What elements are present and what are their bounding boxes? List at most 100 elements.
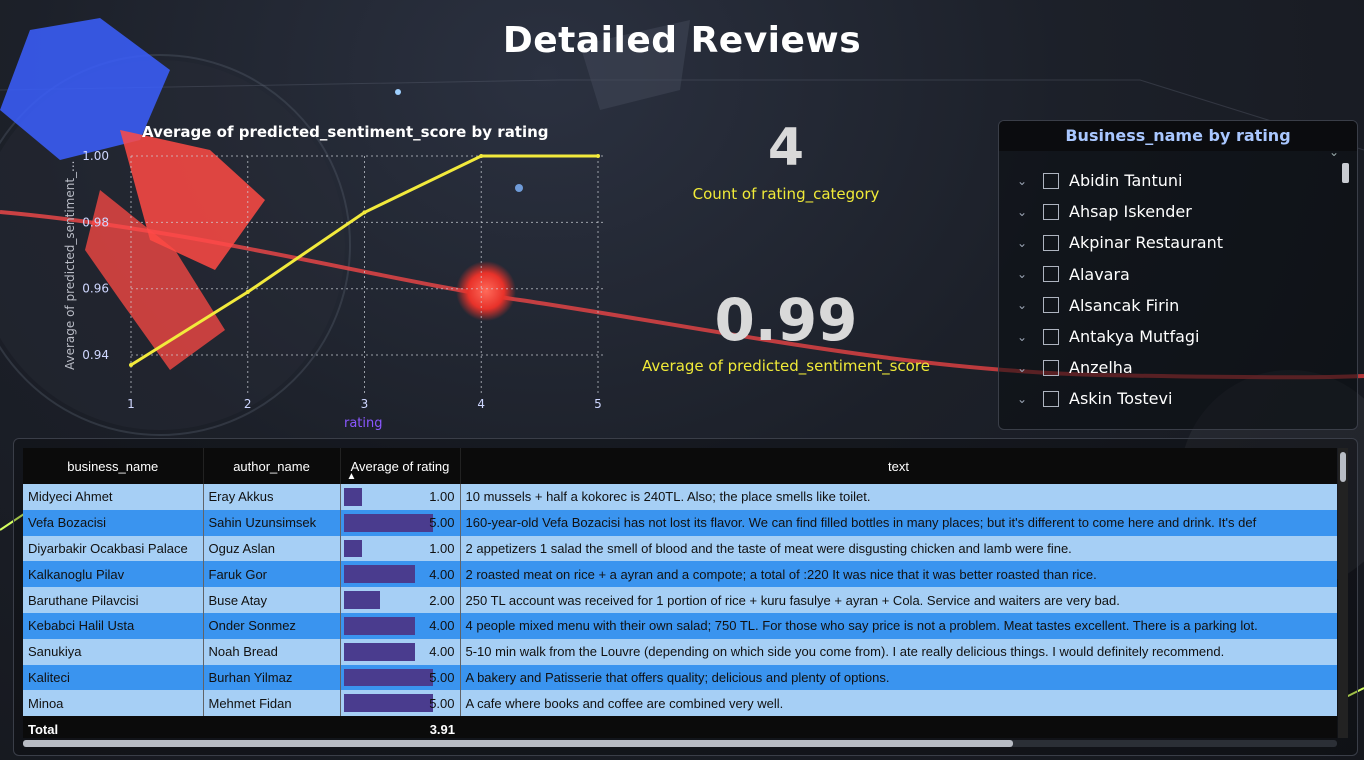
slicer-item[interactable]: ⌄ Antakya Mutfagi: [999, 321, 1339, 352]
rating-cell: 5.00: [340, 664, 461, 691]
business-slicer[interactable]: Business_name by rating ⌄ ⌄ Abidin Tantun…: [998, 120, 1358, 430]
rating-value: 4.00: [429, 566, 455, 582]
chevron-down-icon[interactable]: ⌄: [1329, 145, 1339, 159]
author-name-cell: Eray Akkus: [203, 484, 341, 510]
x-tick-label: 2: [244, 397, 252, 411]
checkbox[interactable]: [1043, 234, 1059, 251]
business-name-cell: Kebabci Halil Usta: [23, 612, 204, 639]
business-name-cell: Vefa Bozacisi: [23, 509, 204, 536]
slicer-item-label: Antakya Mutfagi: [1069, 327, 1200, 347]
business-name-cell: Midyeci Ahmet: [23, 484, 204, 510]
business-name-cell: Diyarbakir Ocakbasi Palace: [23, 535, 204, 562]
rating-cell: 5.00: [340, 509, 461, 536]
data-point: [245, 290, 250, 295]
reviews-table: business_name author_name Average of rat…: [13, 438, 1358, 756]
table-body: Midyeci Ahmet Eray Akkus 1.00 10 mussels + …: [23, 484, 1337, 717]
data-point: [129, 363, 133, 367]
slicer-item-label: Askin Tostevi: [1069, 389, 1173, 409]
business-name-cell: Kalkanoglu Pilav: [23, 561, 204, 588]
rating-cell: 2.00: [340, 587, 461, 613]
author-name-cell: Buse Atay: [203, 587, 341, 613]
expand-chevron-icon[interactable]: ⌄: [1017, 330, 1033, 344]
checkbox[interactable]: [1043, 297, 1059, 314]
slicer-item[interactable]: ⌄ Akpinar Restaurant: [999, 227, 1339, 258]
review-text-cell: 2 appetizers 1 salad the smell of blood …: [460, 535, 1337, 562]
expand-chevron-icon[interactable]: ⌄: [1017, 361, 1033, 375]
table-row[interactable]: Sanukiya Noah Bread 4.00 5-10 min walk from…: [23, 638, 1337, 665]
checkbox[interactable]: [1043, 359, 1059, 376]
table-row[interactable]: Kaliteci Burhan Yilmaz 5.00 A bakery and Pa…: [23, 664, 1337, 691]
table-horizontal-scroll-thumb[interactable]: [23, 740, 1013, 747]
table-row[interactable]: Baruthane Pilavcisi Buse Atay 2.00 250 TL a…: [23, 587, 1337, 613]
slicer-item[interactable]: ⌄ Askin Tostevi: [999, 383, 1339, 414]
slicer-item-label: Ahsap Iskender: [1069, 202, 1192, 222]
checkbox[interactable]: [1043, 203, 1059, 220]
rating-cell: 4.00: [340, 561, 461, 588]
business-name-cell: Sanukiya: [23, 638, 204, 665]
slicer-item-label: Abidin Tantuni: [1069, 171, 1183, 191]
rating-value: 4.00: [429, 644, 455, 660]
slicer-item-label: Alavara: [1069, 264, 1130, 284]
y-tick-label: 0.94: [82, 348, 109, 362]
expand-chevron-icon[interactable]: ⌄: [1017, 205, 1033, 219]
table-row[interactable]: Midyeci Ahmet Eray Akkus 1.00 10 mussels + …: [23, 484, 1337, 510]
column-header-text[interactable]: text: [460, 448, 1337, 484]
avg-kpi-value: 0.99: [714, 286, 858, 354]
business-name-cell: Minoa: [23, 690, 204, 717]
author-name-cell: Mehmet Fidan: [203, 690, 341, 717]
column-header-average-rating[interactable]: Average of rating ▲: [340, 448, 461, 484]
rating-value: 2.00: [429, 592, 455, 608]
author-name-cell: Oguz Aslan: [203, 535, 341, 562]
column-header-average-rating-label: Average of rating: [350, 458, 450, 474]
slicer-item[interactable]: ⌄ Alsancak Firin: [999, 290, 1339, 321]
sort-ascending-icon[interactable]: ▲: [347, 471, 357, 482]
expand-chevron-icon[interactable]: ⌄: [1017, 267, 1033, 281]
x-tick-label: 1: [127, 397, 135, 411]
checkbox[interactable]: [1043, 390, 1059, 407]
x-tick-label: 3: [361, 397, 369, 411]
author-name-cell: Burhan Yilmaz: [203, 664, 341, 691]
review-text-cell: 2 roasted meat on rice + a ayran and a c…: [460, 561, 1337, 588]
review-text-cell: 4 people mixed menu with their own salad…: [460, 612, 1337, 639]
data-point: [596, 154, 600, 158]
rating-cell: 4.00: [340, 612, 461, 639]
slicer-item[interactable]: ⌄ Alavara: [999, 259, 1339, 290]
review-text-cell: A bakery and Patisserie that offers qual…: [460, 664, 1337, 691]
rating-value: 5.00: [429, 669, 455, 685]
table-row[interactable]: Vefa Bozacisi Sahin Uzunsimsek 5.00 160-yea…: [23, 509, 1337, 536]
table-vertical-scroll-thumb[interactable]: [1340, 452, 1346, 482]
expand-chevron-icon[interactable]: ⌄: [1017, 298, 1033, 312]
table-row[interactable]: Kalkanoglu Pilav Faruk Gor 4.00 2 roasted m…: [23, 561, 1337, 588]
total-author-cell: [203, 716, 340, 738]
slicer-title: Business_name by rating: [999, 121, 1357, 151]
expand-chevron-icon[interactable]: ⌄: [1017, 174, 1033, 188]
expand-chevron-icon[interactable]: ⌄: [1017, 236, 1033, 250]
review-text-cell: 160-year-old Vefa Bozacisi has not lost …: [460, 509, 1337, 536]
total-text-cell: [460, 716, 1337, 738]
checkbox[interactable]: [1043, 328, 1059, 345]
x-tick-label: 5: [594, 397, 602, 411]
rating-value: 5.00: [429, 515, 455, 531]
author-name-cell: Onder Sonmez: [203, 612, 341, 639]
table-vertical-scrollbar[interactable]: [1338, 448, 1348, 738]
review-text-cell: 250 TL account was received for 1 portio…: [460, 587, 1337, 613]
table-horizontal-scrollbar[interactable]: [23, 740, 1337, 747]
checkbox[interactable]: [1043, 172, 1059, 189]
slicer-item[interactable]: ⌄ Ahsap Iskender: [999, 196, 1339, 227]
column-header-author-name[interactable]: author_name: [203, 448, 341, 484]
checkbox[interactable]: [1043, 266, 1059, 283]
sentiment-line-chart[interactable]: Average of predicted_sentiment_score by …: [50, 115, 620, 440]
table-row[interactable]: Minoa Mehmet Fidan 5.00 A cafe where books …: [23, 690, 1337, 717]
table-row[interactable]: Diyarbakir Ocakbasi Palace Oguz Aslan 1.00…: [23, 535, 1337, 562]
slicer-item[interactable]: ⌄ Abidin Tantuni: [999, 165, 1339, 196]
column-header-business-name[interactable]: business_name: [23, 448, 204, 484]
rating-cell: 5.00: [340, 690, 461, 717]
expand-chevron-icon[interactable]: ⌄: [1017, 392, 1033, 406]
table-header-row: business_name author_name Average of rat…: [23, 448, 1337, 484]
table-row[interactable]: Kebabci Halil Usta Onder Sonmez 4.00 4 peop…: [23, 612, 1337, 639]
rating-value: 5.00: [429, 695, 455, 711]
slicer-scrollbar[interactable]: [1342, 163, 1349, 183]
rating-cell: 1.00: [340, 484, 461, 510]
table-total-row: Total 3.91: [23, 716, 1337, 738]
slicer-item[interactable]: ⌄ Anzelha: [999, 352, 1339, 383]
